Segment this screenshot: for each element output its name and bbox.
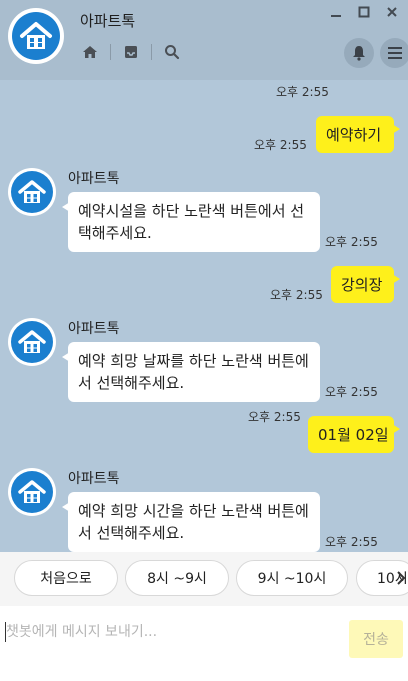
sender-name: 아파트톡: [68, 171, 120, 187]
window-controls: [328, 4, 400, 20]
app-title: 아파트톡: [80, 12, 136, 30]
sender-name: 아파트톡: [68, 321, 120, 337]
bot-message[interactable]: 예약 희망 시간을 하단 노란색 버튼에서 선택해주세요.: [62, 492, 320, 552]
header-toolbar: [80, 42, 182, 62]
bot-message[interactable]: 예약 희망 날짜를 하단 노란색 버튼에서 선택해주세요.: [62, 342, 320, 402]
quick-reply-home[interactable]: 처음으로: [14, 560, 118, 596]
minimize-icon[interactable]: [328, 4, 344, 20]
quick-reply-bar: 처음으로 8시 ~9시 9시 ~10시 10시: [0, 552, 408, 606]
maximize-icon[interactable]: [356, 4, 372, 20]
bell-icon[interactable]: [344, 38, 374, 68]
bot-avatar: [8, 318, 56, 366]
divider: [151, 44, 152, 60]
timestamp: 오후 2:55: [325, 535, 378, 549]
chevron-right-icon[interactable]: [394, 566, 408, 590]
bot-avatar: [8, 468, 56, 516]
divider: [110, 44, 111, 60]
bot-avatar: [8, 168, 56, 216]
timestamp: 오후 2:55: [254, 138, 307, 152]
bot-message[interactable]: 예약시설을 하단 노란색 버튼에서 선택해주세요.: [62, 192, 320, 252]
quick-reply-9-10[interactable]: 9시 ~10시: [236, 560, 348, 596]
timestamp: 오후 2:55: [248, 410, 301, 424]
house-icon: [18, 180, 46, 203]
house-icon: [18, 330, 46, 353]
send-button[interactable]: 전송: [349, 620, 403, 658]
chat-header: 아파트톡: [0, 0, 408, 80]
message-input[interactable]: [6, 620, 336, 644]
message-composer: 전송: [0, 606, 408, 681]
quick-reply-8-9[interactable]: 8시 ~9시: [125, 560, 229, 596]
timestamp: 오후 2:55: [276, 85, 329, 99]
timestamp: 오후 2:55: [325, 235, 378, 249]
my-message[interactable]: 강의장: [331, 266, 400, 303]
close-icon[interactable]: [384, 4, 400, 20]
my-message[interactable]: 01월 02일: [308, 416, 400, 453]
menu-icon[interactable]: [380, 38, 408, 68]
house-icon: [18, 480, 46, 503]
home-icon[interactable]: [80, 42, 100, 62]
timestamp: 오후 2:55: [270, 288, 323, 302]
inbox-icon[interactable]: [121, 42, 141, 62]
timestamp: 오후 2:55: [325, 385, 378, 399]
search-icon[interactable]: [162, 42, 182, 62]
my-message[interactable]: 예약하기: [316, 116, 400, 153]
app-logo: [8, 8, 64, 64]
sender-name: 아파트톡: [68, 471, 120, 487]
house-icon: [20, 22, 52, 49]
